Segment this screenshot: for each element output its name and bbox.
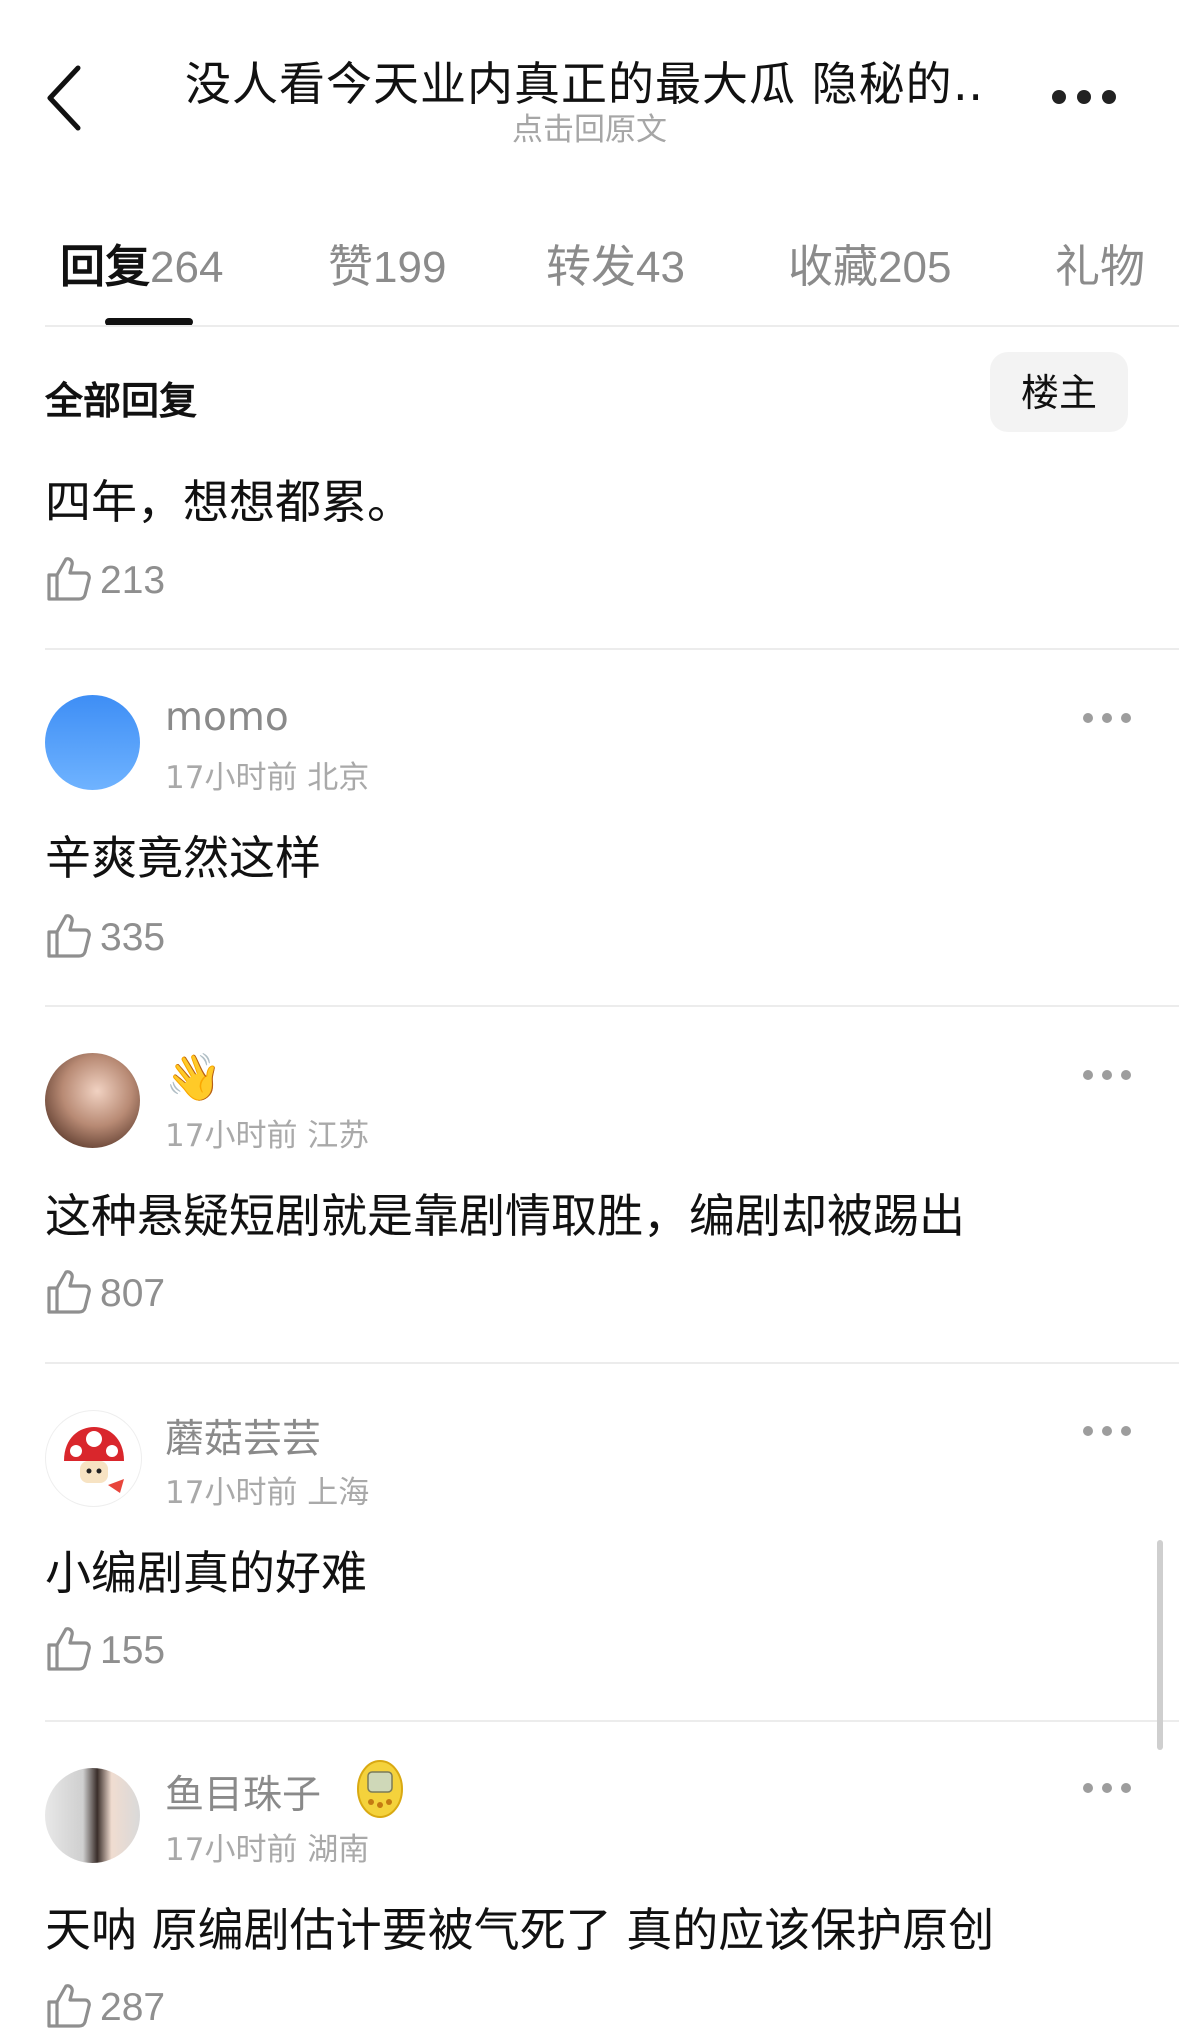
username[interactable]: 蘑菇芸芸 — [165, 1408, 321, 1464]
tamagotchi-icon — [355, 1758, 405, 1820]
tab-count: 43 — [636, 243, 685, 292]
comment-meta: 17小时前 湖南 — [165, 1832, 370, 1868]
divider — [45, 1720, 1179, 1722]
avatar[interactable] — [45, 1053, 140, 1148]
thumbs-up-icon — [47, 1984, 91, 2028]
like-count: 155 — [100, 1629, 166, 1672]
comment-text: 这种悬疑短剧就是靠剧情取胜，编剧却被踢出 — [45, 1189, 965, 1243]
comment-text: 四年，想想都累。 — [45, 475, 413, 529]
tab-gifts[interactable]: 礼物 — [1055, 230, 1145, 295]
back-to-original-link[interactable]: 点击回原文 — [0, 104, 1179, 149]
tab-count: 205 — [878, 243, 952, 292]
all-replies-label: 全部回复 — [45, 379, 198, 423]
comment-text: 辛爽竟然这样 — [45, 831, 321, 885]
comment-text: 小编剧真的好难 — [45, 1546, 367, 1600]
tab-label: 转发 — [546, 240, 637, 293]
thumbs-up-icon — [47, 914, 91, 958]
tab-bar: 回复264 赞199 转发43 收藏205 礼物 — [0, 230, 1179, 330]
comment-text: 天呐 原编剧估计要被气死了 真的应该保护原创 — [45, 1903, 995, 1957]
comment-more-icon[interactable] — [1083, 1783, 1131, 1797]
tab-favorites[interactable]: 收藏205 — [788, 230, 951, 295]
divider — [45, 1362, 1179, 1364]
comment-meta: 17小时前 上海 — [165, 1475, 370, 1511]
comment-more-icon[interactable] — [1083, 713, 1131, 727]
like-count: 807 — [100, 1272, 166, 1315]
comment-meta: 17小时前 江苏 — [165, 1118, 370, 1154]
tab-label: 收藏 — [788, 240, 879, 293]
comment-more-icon[interactable] — [1083, 1426, 1131, 1440]
tab-count: 199 — [373, 243, 447, 292]
username[interactable]: momo — [165, 695, 289, 740]
tab-label: 赞 — [328, 240, 374, 293]
divider — [45, 1005, 1179, 1007]
divider — [45, 648, 1179, 650]
tab-replies[interactable]: 回复264 — [60, 230, 223, 295]
like-count: 213 — [100, 559, 166, 602]
thumbs-up-icon — [47, 1627, 91, 1671]
tab-reposts[interactable]: 转发43 — [546, 230, 685, 295]
username-emoji[interactable]: 👋 — [165, 1050, 222, 1105]
mushroom-avatar[interactable] — [45, 1410, 142, 1507]
tab-label: 回复 — [60, 240, 151, 293]
avatar[interactable] — [45, 1768, 140, 1863]
thumbs-up-icon — [47, 1270, 91, 1314]
tab-count: 264 — [150, 243, 224, 292]
comment-meta: 17小时前 北京 — [165, 760, 370, 796]
comment-more-icon[interactable] — [1083, 1070, 1131, 1084]
like-count: 335 — [100, 916, 166, 959]
op-only-button[interactable]: 楼主 — [990, 352, 1128, 432]
divider — [45, 325, 1179, 327]
tab-likes[interactable]: 赞199 — [328, 230, 446, 295]
top-bar: 没人看今天业内真正的最大瓜 隐秘的… 点击回原文 — [0, 0, 1179, 160]
scrollbar[interactable] — [1157, 1540, 1163, 1750]
more-options-icon[interactable] — [1050, 90, 1120, 108]
thumbs-up-icon — [47, 557, 91, 601]
tab-label: 礼物 — [1055, 240, 1146, 293]
username[interactable]: 鱼目珠子 — [165, 1764, 321, 1820]
like-count: 287 — [100, 1986, 166, 2029]
avatar[interactable] — [45, 695, 140, 790]
